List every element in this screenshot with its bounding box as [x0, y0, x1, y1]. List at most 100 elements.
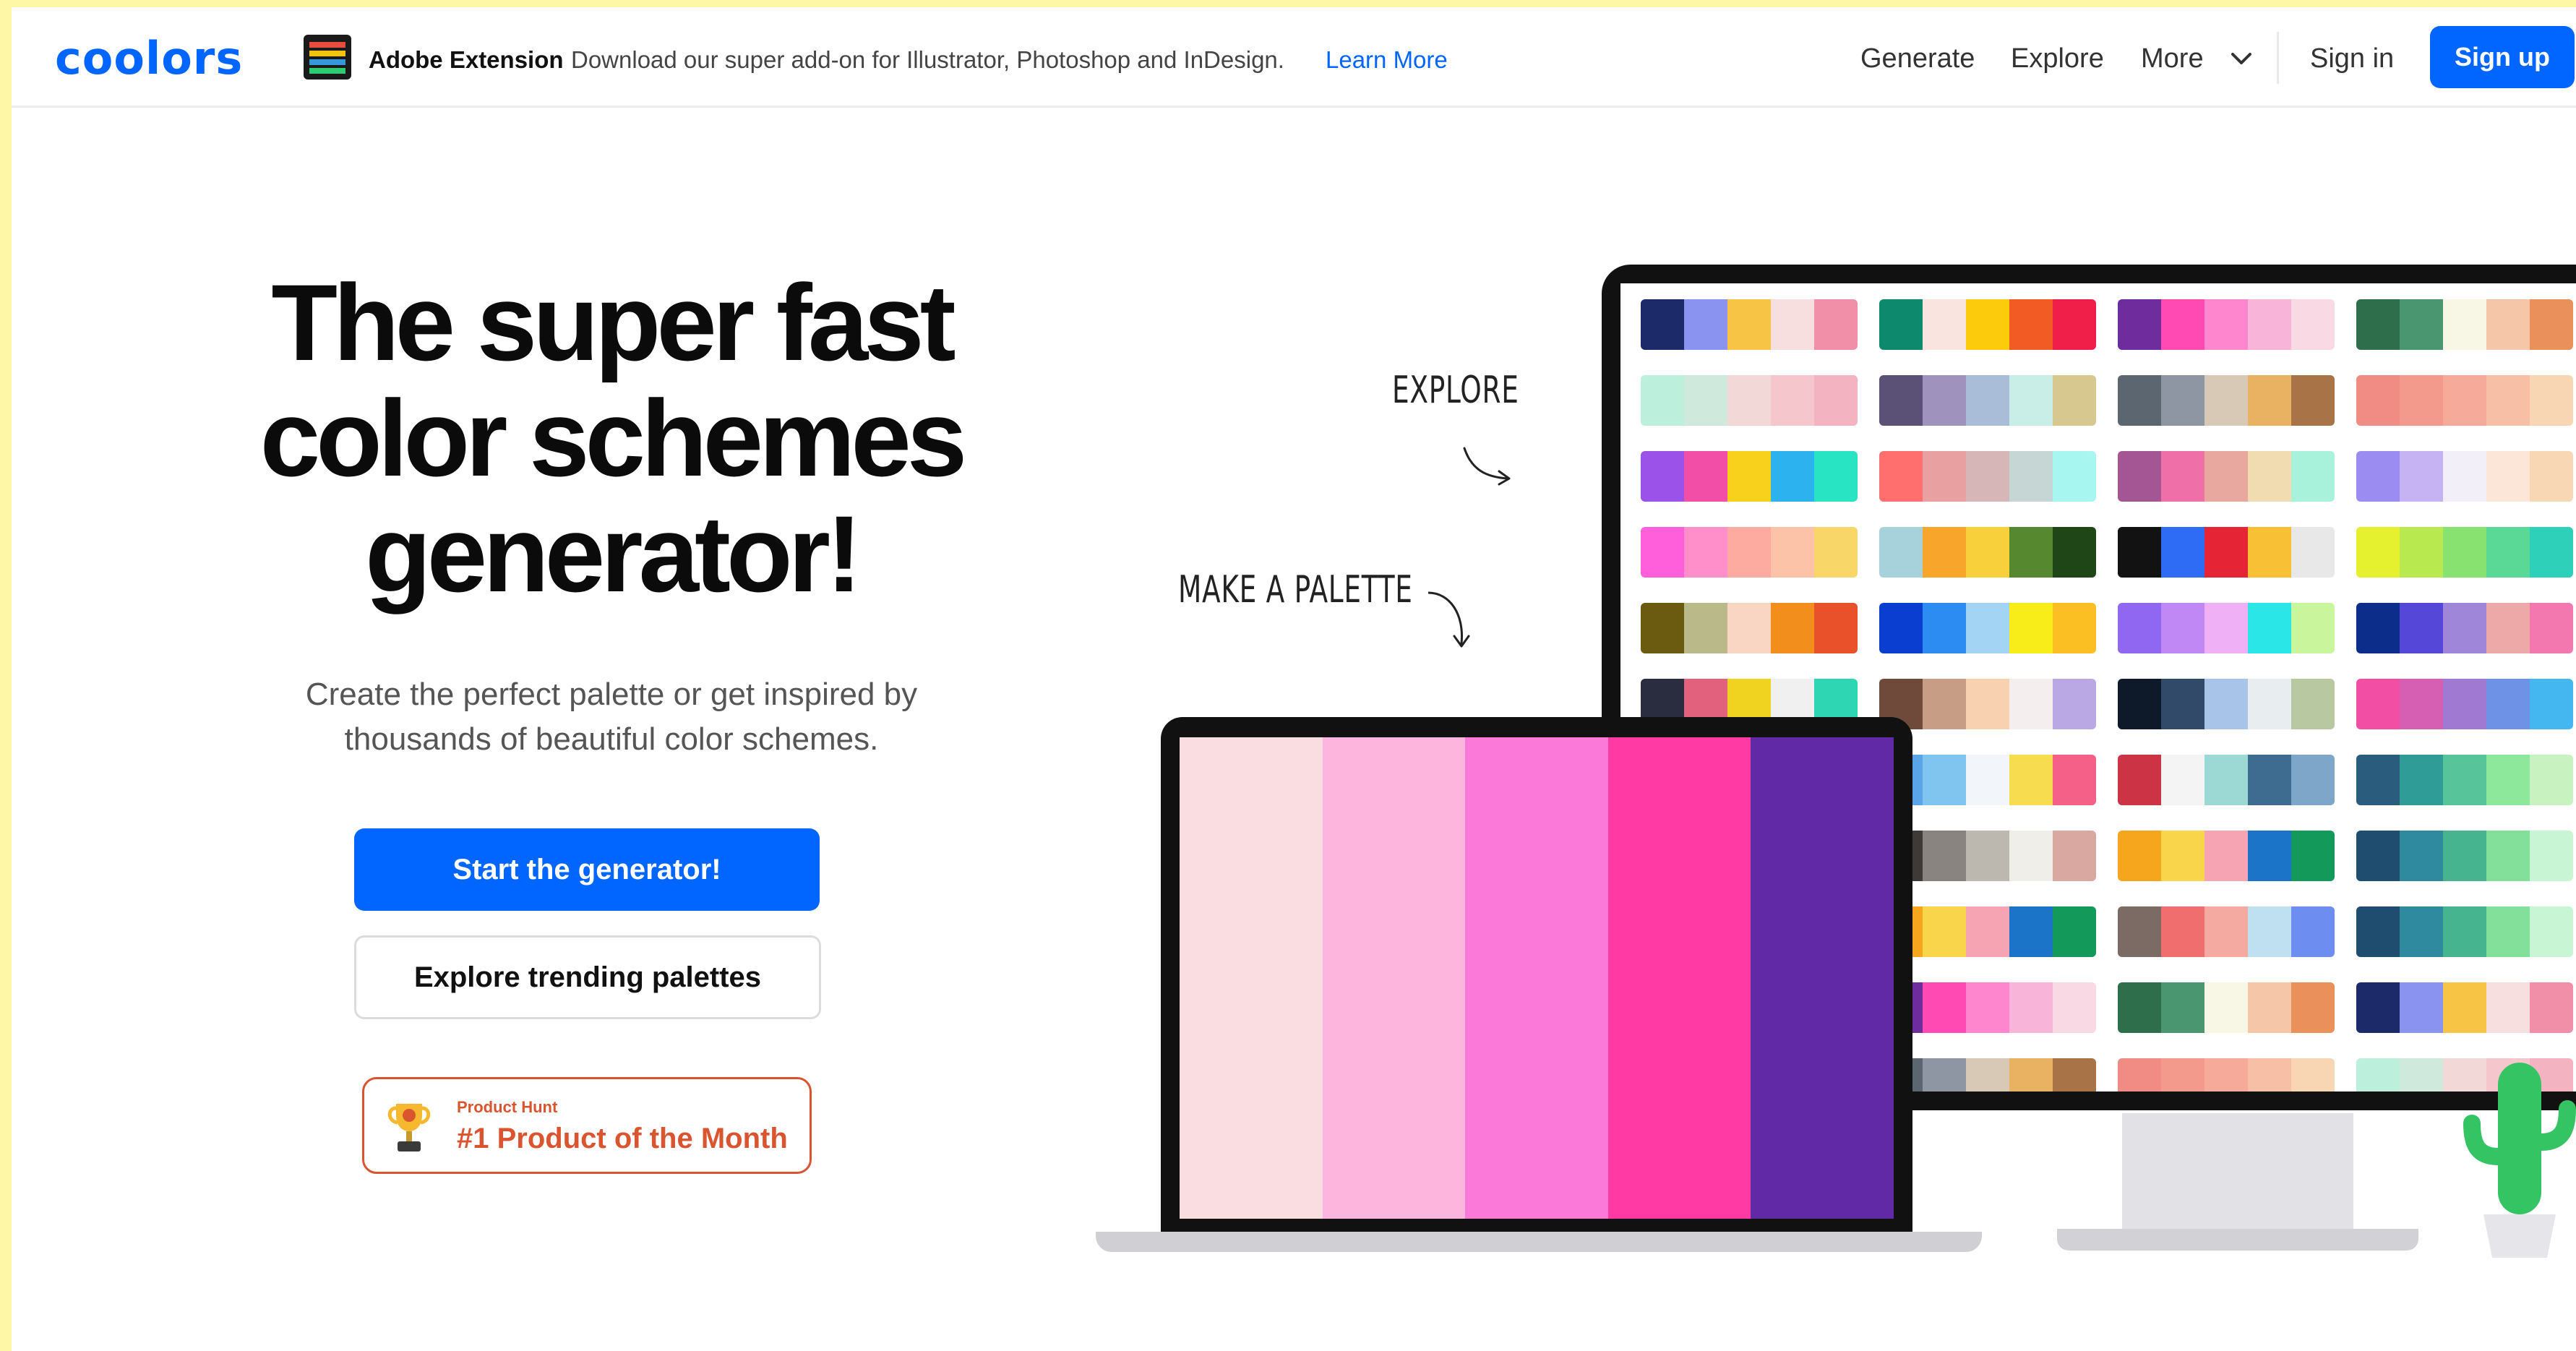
hero-title-line: generator! — [365, 493, 862, 614]
palette-swatch — [1727, 603, 1771, 653]
laptop-swatch — [1465, 737, 1608, 1219]
palette-swatch — [1814, 375, 1858, 426]
explore-handwritten-label: EXPLORE — [1392, 369, 1519, 412]
palette-swatch — [1641, 527, 1684, 578]
palette-swatch — [2530, 982, 2573, 1033]
nav-explore[interactable]: Explore — [2011, 43, 2104, 74]
palette-swatch — [2009, 679, 2053, 729]
palette-swatch — [2161, 679, 2204, 729]
palette-swatch — [2486, 527, 2530, 578]
palette-swatch — [1814, 603, 1858, 653]
start-generator-button[interactable]: Start the generator! — [354, 828, 820, 911]
nav-more[interactable]: More — [2141, 43, 2204, 74]
palette-swatch — [2204, 755, 2248, 805]
laptop-swatch — [1322, 737, 1466, 1219]
palette-swatch — [2161, 299, 2204, 350]
palette-swatch — [2009, 375, 2053, 426]
monitor-palette — [2118, 831, 2335, 881]
palette-swatch — [2356, 299, 2400, 350]
palette-swatch — [2400, 451, 2443, 502]
palette-swatch — [2009, 755, 2053, 805]
palette-swatch — [2530, 831, 2573, 881]
monitor-palette — [2118, 375, 2335, 426]
palette-swatch — [2248, 603, 2291, 653]
chevron-down-icon[interactable] — [2231, 51, 2252, 67]
palette-swatch — [1923, 527, 1966, 578]
palette-swatch — [1727, 451, 1771, 502]
palette-swatch — [2053, 527, 2096, 578]
palette-swatch — [1684, 603, 1727, 653]
palette-swatch — [2400, 982, 2443, 1033]
palette-swatch — [2486, 679, 2530, 729]
monitor-palette — [2118, 451, 2335, 502]
monitor-palette — [2356, 375, 2573, 426]
product-hunt-badge[interactable]: Product Hunt #1 Product of the Month — [362, 1077, 812, 1174]
palette-swatch — [2009, 299, 2053, 350]
palette-swatch — [1641, 603, 1684, 653]
palette-swatch — [2118, 831, 2161, 881]
arrow-doodle-icon — [1428, 447, 1511, 648]
palette-swatch — [2009, 603, 2053, 653]
palette-swatch — [2053, 299, 2096, 350]
palette-swatch — [2291, 831, 2335, 881]
palette-swatch — [2400, 527, 2443, 578]
adobe-extension-icon — [304, 35, 351, 80]
page: coolors Adobe Extension Download our sup… — [12, 7, 2576, 1351]
palette-swatch — [2530, 299, 2573, 350]
palette-swatch — [2530, 679, 2573, 729]
palette-swatch — [1771, 527, 1814, 578]
palette-swatch — [2118, 603, 2161, 653]
palette-swatch — [1923, 831, 1966, 881]
palette-swatch — [1771, 451, 1814, 502]
monitor-palette — [2118, 299, 2335, 350]
palette-swatch — [2356, 1058, 2400, 1091]
monitor-palette — [1879, 375, 2096, 426]
coolors-logo[interactable]: coolors — [55, 32, 243, 85]
palette-swatch — [2356, 603, 2400, 653]
palette-swatch — [2161, 527, 2204, 578]
monitor-palette — [2356, 451, 2573, 502]
palette-swatch — [2118, 982, 2161, 1033]
palette-swatch — [2530, 527, 2573, 578]
palette-swatch — [1879, 527, 1923, 578]
palette-swatch — [2443, 679, 2486, 729]
palette-swatch — [1923, 755, 1966, 805]
monitor-palette — [2118, 906, 2335, 957]
sign-in-link[interactable]: Sign in — [2310, 43, 2394, 74]
nav-divider — [2277, 32, 2279, 84]
hero-subtitle: Create the perfect palette or get inspir… — [178, 672, 1045, 762]
palette-swatch — [1923, 906, 1966, 957]
palette-swatch — [1966, 982, 2009, 1033]
palette-swatch — [2204, 603, 2248, 653]
palette-swatch — [2291, 755, 2335, 805]
palette-swatch — [2291, 679, 2335, 729]
learn-more-link[interactable]: Learn More — [1326, 46, 1448, 74]
sign-up-button[interactable]: Sign up — [2430, 26, 2575, 88]
palette-swatch — [2486, 755, 2530, 805]
palette-swatch — [2400, 603, 2443, 653]
monitor-palette — [1879, 299, 2096, 350]
monitor-palette — [1641, 451, 1858, 502]
monitor-palette — [2356, 982, 2573, 1033]
palette-swatch — [2443, 906, 2486, 957]
palette-swatch — [2204, 831, 2248, 881]
palette-swatch — [2053, 451, 2096, 502]
palette-swatch — [2486, 299, 2530, 350]
palette-swatch — [2443, 982, 2486, 1033]
palette-swatch — [1771, 603, 1814, 653]
palette-swatch — [2053, 679, 2096, 729]
palette-swatch — [2009, 982, 2053, 1033]
nav-generate[interactable]: Generate — [1860, 43, 1975, 74]
palette-swatch — [2009, 906, 2053, 957]
monitor-palette — [2356, 679, 2573, 729]
palette-swatch — [1966, 375, 2009, 426]
palette-swatch — [2161, 831, 2204, 881]
palette-swatch — [1879, 375, 1923, 426]
palette-swatch — [1966, 527, 2009, 578]
palette-swatch — [2053, 982, 2096, 1033]
monitor-palette — [2356, 603, 2573, 653]
palette-swatch — [2204, 299, 2248, 350]
palette-swatch — [2161, 1058, 2204, 1091]
palette-swatch — [2248, 451, 2291, 502]
explore-trending-button[interactable]: Explore trending palettes — [354, 935, 821, 1019]
